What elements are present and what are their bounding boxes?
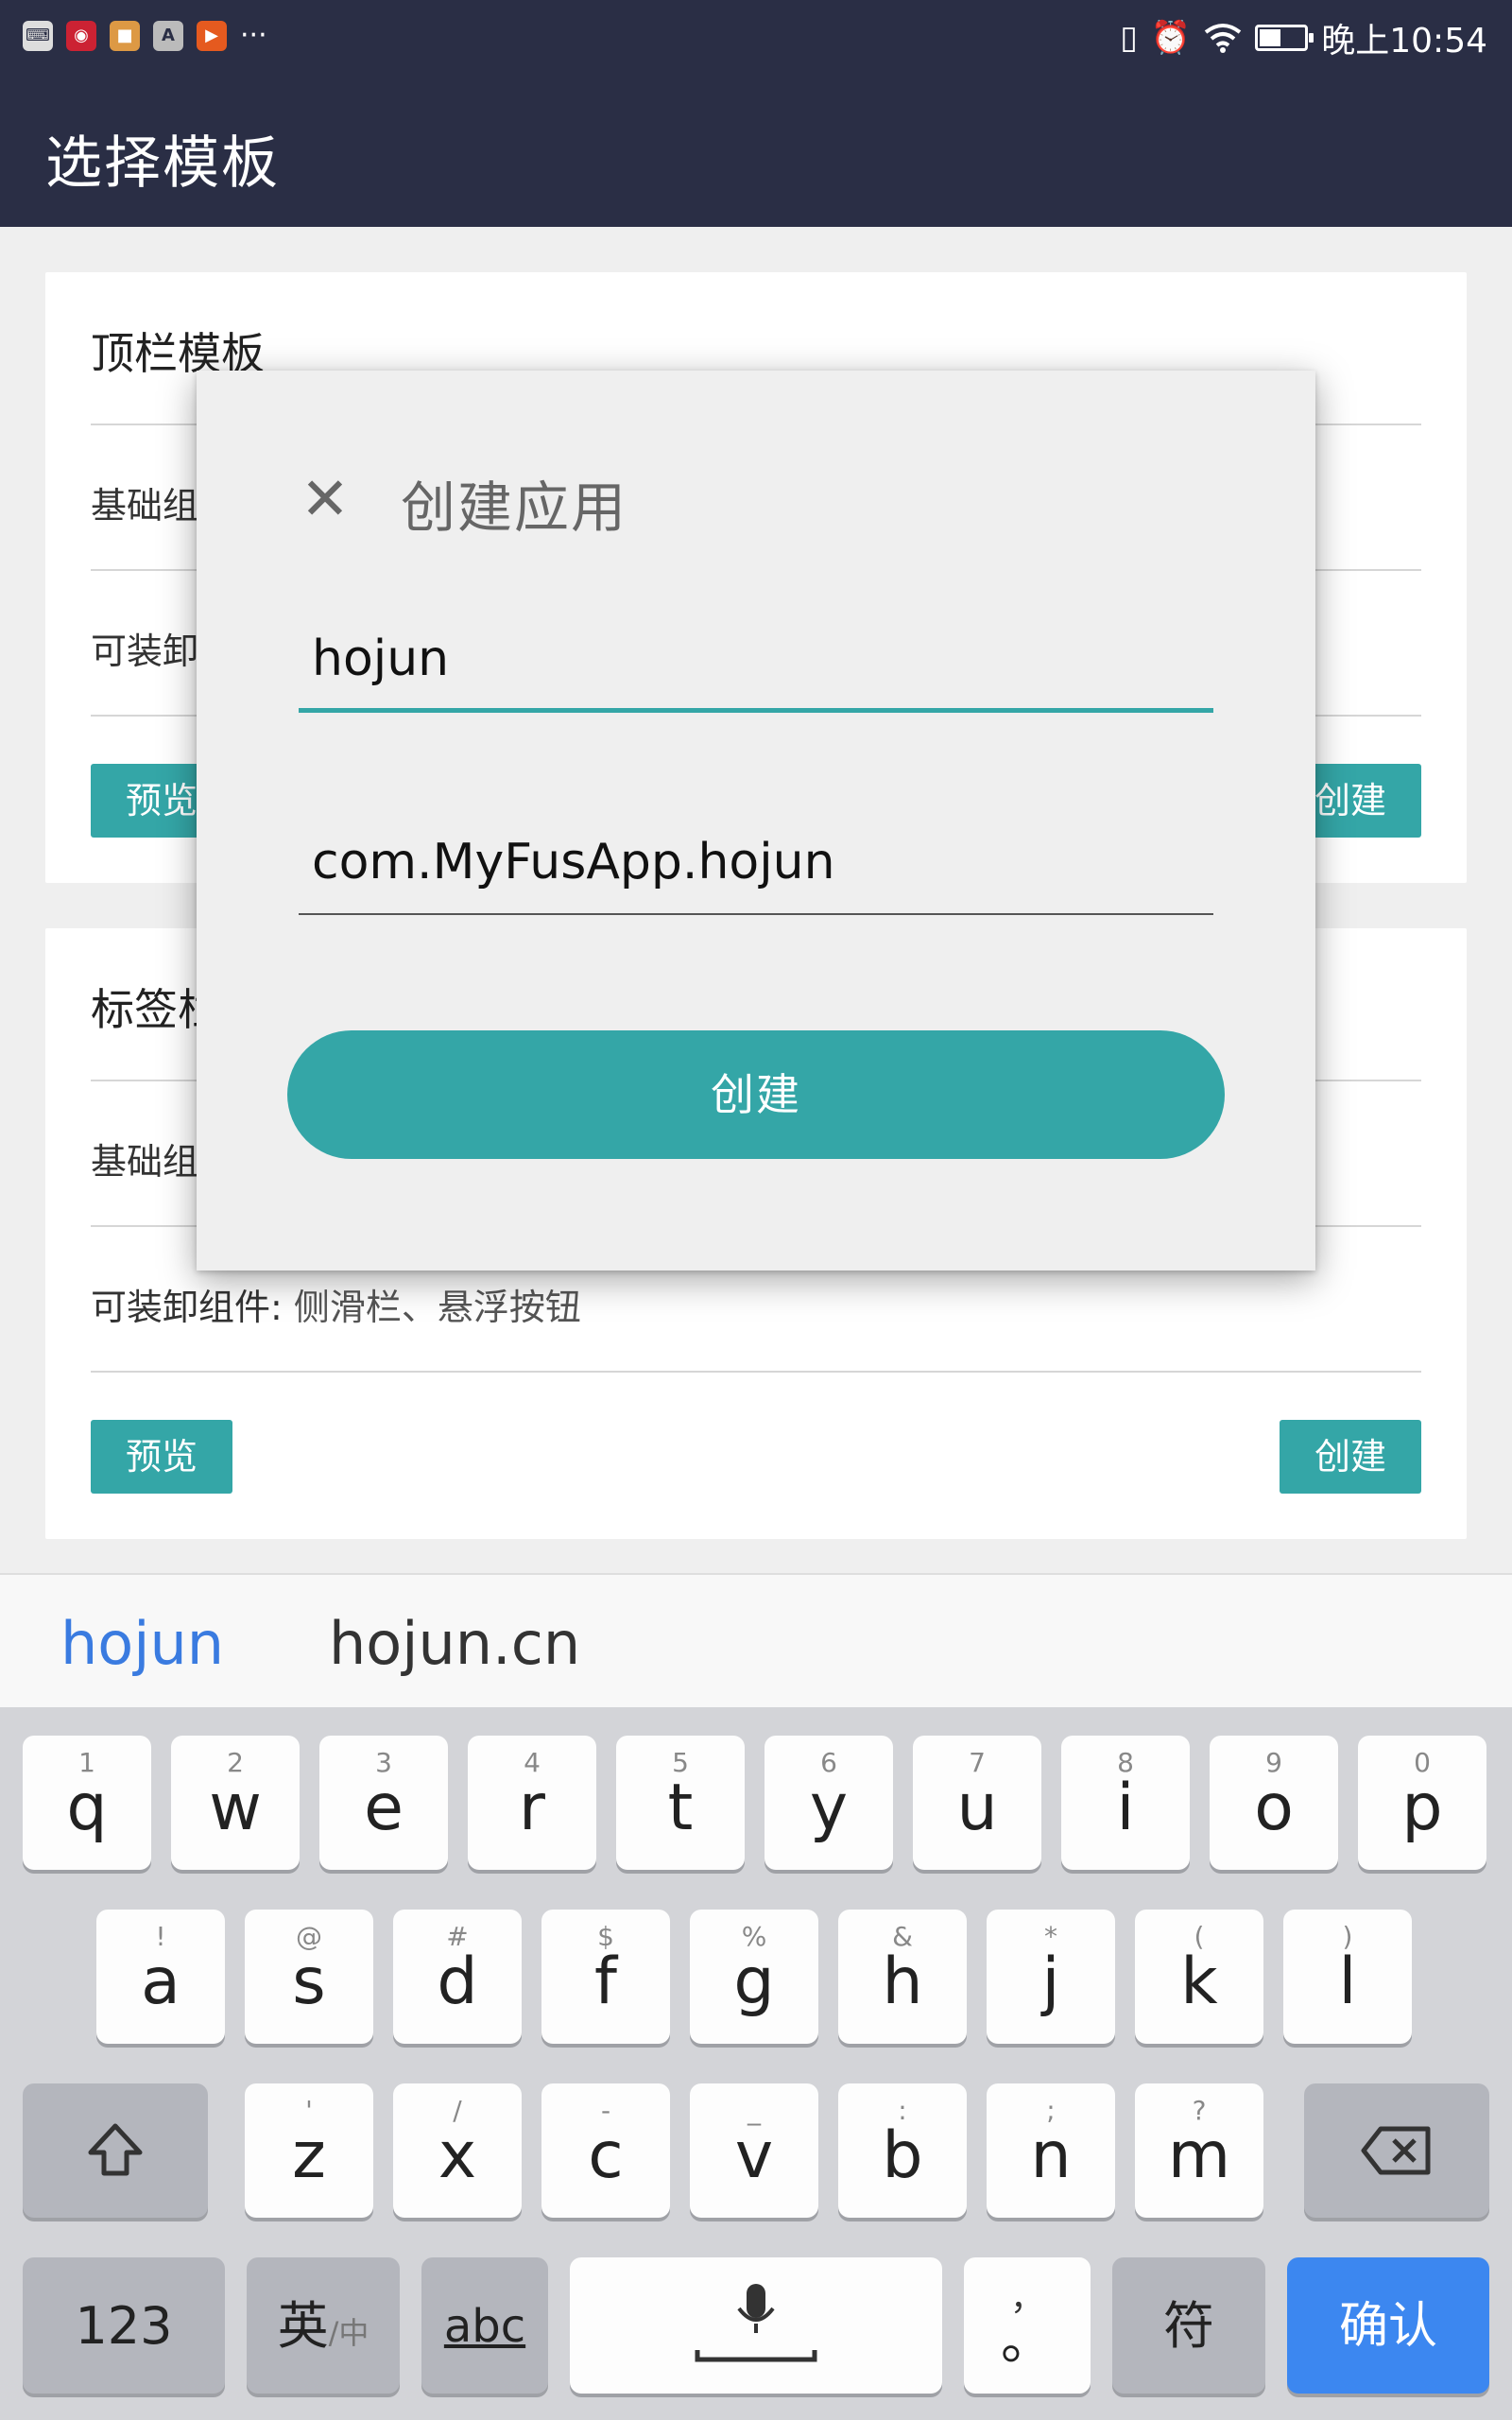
key-e[interactable]: 3e	[319, 1736, 448, 1870]
key-j[interactable]: * j	[987, 1910, 1115, 2044]
space-key[interactable]	[570, 2257, 942, 2394]
row-label: 可装卸	[91, 631, 199, 672]
divider	[91, 1371, 1421, 1373]
key-h[interactable]: & h	[838, 1910, 967, 2044]
dialog-create-button[interactable]: 创建	[287, 1030, 1225, 1159]
preview-button[interactable]: 预览	[91, 1420, 232, 1494]
close-icon[interactable]: ✕	[299, 470, 352, 528]
numbers-key[interactable]: 123	[23, 2257, 225, 2394]
symbols-key[interactable]: 符	[1112, 2257, 1265, 2394]
key-z[interactable]: ' z	[245, 2083, 373, 2218]
shift-icon	[88, 2123, 143, 2176]
keyboard-notification-icon: ⌨	[23, 20, 53, 51]
notification-icons: ⌨ ◉ ■ A ▶ ···	[23, 19, 267, 52]
more-notifications-icon: ···	[240, 19, 267, 52]
page-title: 选择模板	[45, 130, 280, 197]
row-value: 侧滑栏、悬浮按钮	[293, 1287, 581, 1328]
package-name-input[interactable]	[299, 811, 1213, 913]
key-i[interactable]: 8i	[1061, 1736, 1190, 1870]
key-s[interactable]: @ s	[245, 1910, 373, 2044]
key-r[interactable]: 4r	[468, 1736, 596, 1870]
key-q[interactable]: 1q	[23, 1736, 151, 1870]
abc-key[interactable]: abc	[421, 2257, 548, 2394]
key-p[interactable]: 0p	[1358, 1736, 1486, 1870]
key-c[interactable]: -c	[541, 2083, 670, 2218]
eye-app-icon: ◉	[66, 20, 96, 51]
system-icons: ▯ ⏰ 晚上10:54	[1120, 13, 1487, 62]
shift-key[interactable]	[23, 2083, 208, 2218]
row-label: 可装卸组件:	[91, 1287, 283, 1328]
status-time: 晚上10:54	[1321, 22, 1487, 60]
key-v[interactable]: _ v	[690, 2083, 818, 2218]
key-l[interactable]: ) l	[1283, 1910, 1412, 2044]
suggestion-bar: hojun hojun.cn	[0, 1573, 1512, 1707]
dialog-title: 创建应用	[401, 475, 628, 540]
key-o[interactable]: 9o	[1210, 1736, 1338, 1870]
battery-icon	[1255, 25, 1314, 51]
create-button[interactable]: 创建	[1280, 1420, 1421, 1494]
key-g[interactable]: % g	[690, 1910, 818, 2044]
key-a[interactable]: ! a	[96, 1910, 225, 2044]
suggestion-item[interactable]: hojun.cn	[329, 1609, 580, 1678]
row-label: 基础组	[91, 1141, 199, 1183]
app-name-input[interactable]	[299, 609, 1213, 708]
soft-keyboard: 1q 2w 3e 4r 5t 6y 7u 8i 9o 0p ! a @ s # d $…	[0, 1707, 1512, 2420]
key-x[interactable]: / x	[393, 2083, 522, 2218]
package-name-field[interactable]	[299, 811, 1213, 915]
key-w[interactable]: 2w	[171, 1736, 300, 1870]
key-n[interactable]: ; n	[987, 2083, 1115, 2218]
key-y[interactable]: 6y	[765, 1736, 893, 1870]
app-name-field[interactable]	[299, 609, 1213, 713]
backspace-key[interactable]	[1304, 2083, 1489, 2218]
key-u[interactable]: 7u	[913, 1736, 1041, 1870]
confirm-key[interactable]: 确认	[1287, 2257, 1489, 2394]
screen: ⌨ ◉ ■ A ▶ ··· ▯ ⏰ 晚上10:54 选择模板 顶栏模板 基础组 …	[0, 0, 1512, 2420]
status-bar: ⌨ ◉ ■ A ▶ ··· ▯ ⏰ 晚上10:54	[0, 0, 1512, 70]
key-f[interactable]: $ f	[541, 1910, 670, 2044]
punctuation-key[interactable]: ，。	[964, 2257, 1091, 2394]
key-t[interactable]: 5t	[616, 1736, 745, 1870]
app-bar: 选择模板	[0, 70, 1512, 227]
a-app-icon: A	[153, 20, 183, 51]
news-app-icon: ■	[110, 20, 140, 51]
vibrate-icon: ▯	[1120, 19, 1138, 57]
alarm-icon: ⏰	[1150, 19, 1192, 57]
microphone-icon	[695, 2284, 817, 2362]
key-b[interactable]: :b	[838, 2083, 967, 2218]
row-label: 基础组	[91, 485, 199, 527]
play-app-icon: ▶	[197, 20, 227, 51]
suggestion-item[interactable]: hojun	[60, 1609, 224, 1678]
key-m[interactable]: ? m	[1135, 2083, 1263, 2218]
create-app-dialog: ✕ 创建应用 创建	[197, 371, 1315, 1270]
row-label-wrap: 可装卸组件: 侧滑栏、悬浮按钮	[91, 1278, 581, 1330]
wifi-icon	[1205, 24, 1242, 53]
language-key[interactable]: 英/中	[247, 2257, 400, 2394]
backspace-icon	[1361, 2126, 1431, 2175]
key-k[interactable]: (k	[1135, 1910, 1263, 2044]
key-d[interactable]: # d	[393, 1910, 522, 2044]
